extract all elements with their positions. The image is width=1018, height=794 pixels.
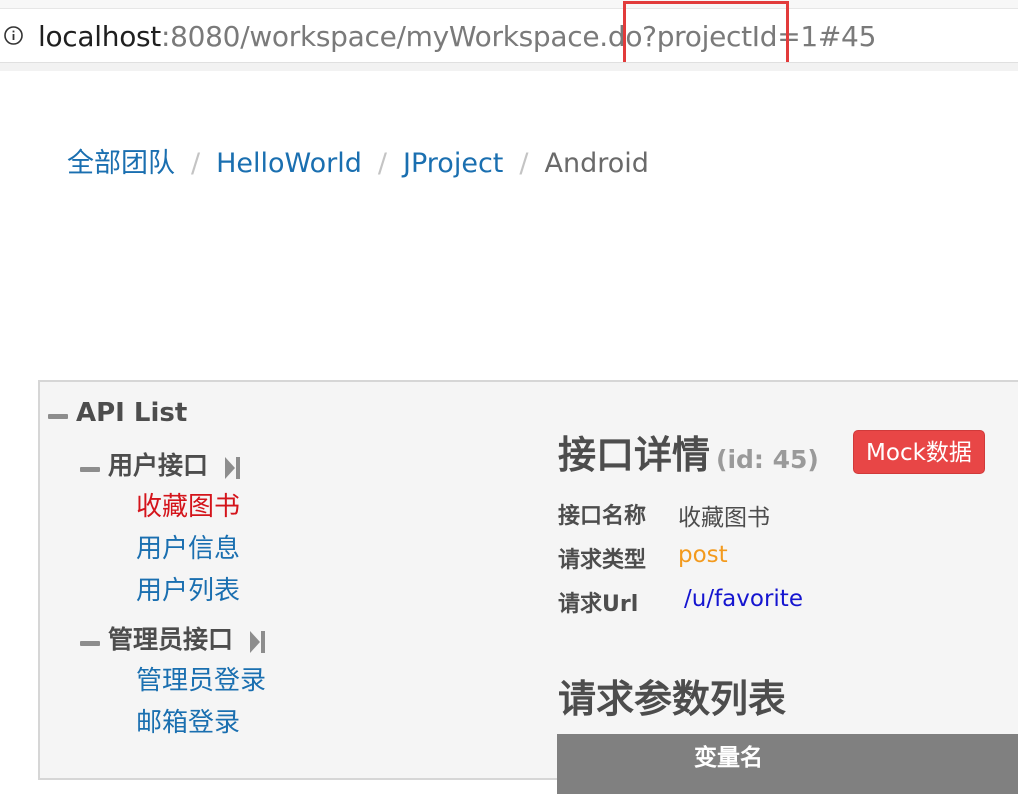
address-bar[interactable]: localhost:8080/workspace/myWorkspace.do?… bbox=[0, 0, 1018, 71]
group-label-admin-api: 管理员接口 bbox=[108, 625, 234, 654]
api-panel: API List 用户接口 收藏图书 用户信息 用户列表 管理员接口 管理员登录… bbox=[38, 380, 1018, 794]
breadcrumb-current: Android bbox=[544, 148, 649, 179]
breadcrumb-helloworld[interactable]: HelloWorld bbox=[216, 148, 362, 179]
url-host: localhost bbox=[38, 20, 161, 53]
mock-data-button[interactable]: Mock数据 bbox=[853, 430, 985, 474]
play-icon[interactable] bbox=[249, 629, 267, 659]
field-label-url: 请求Url bbox=[558, 592, 639, 617]
tree-item-email-login[interactable]: 邮箱登录 bbox=[136, 702, 240, 739]
breadcrumb: 全部团队 / HelloWorld / JProject / Android bbox=[67, 146, 649, 182]
highlight-box bbox=[623, 1, 789, 69]
column-header-variable-name: 变量名 bbox=[694, 745, 763, 771]
tree-item-admin-login[interactable]: 管理员登录 bbox=[136, 660, 266, 697]
play-icon[interactable] bbox=[224, 455, 242, 485]
collapse-icon[interactable] bbox=[80, 467, 100, 472]
toolbar-edge bbox=[0, 0, 1018, 9]
breadcrumb-separator: / bbox=[191, 148, 201, 179]
tree-item-user-list[interactable]: 用户列表 bbox=[136, 570, 240, 607]
api-list-root[interactable]: API List bbox=[48, 398, 187, 428]
breadcrumb-all-teams[interactable]: 全部团队 bbox=[67, 148, 175, 179]
breadcrumb-separator: / bbox=[519, 148, 529, 179]
api-list-label: API List bbox=[76, 398, 188, 428]
params-table-header: 变量名 bbox=[557, 734, 1018, 794]
group-label-user-api: 用户接口 bbox=[108, 451, 209, 480]
tree-item-favorite-books[interactable]: 收藏图书 bbox=[136, 486, 240, 523]
breadcrumb-separator: / bbox=[377, 148, 388, 179]
tree-group-user-api[interactable]: 用户接口 bbox=[80, 446, 242, 485]
field-value-type: post bbox=[678, 542, 728, 568]
info-icon[interactable] bbox=[4, 26, 23, 45]
tree-item-user-info[interactable]: 用户信息 bbox=[136, 528, 240, 565]
collapse-icon[interactable] bbox=[48, 414, 68, 419]
field-label-type: 请求类型 bbox=[558, 548, 647, 573]
toolbar-divider bbox=[0, 62, 1018, 71]
detail-title-text: 接口详情 bbox=[558, 433, 711, 477]
field-value-url: /u/favorite bbox=[684, 586, 803, 612]
tree-group-admin-api[interactable]: 管理员接口 bbox=[80, 620, 267, 659]
collapse-icon[interactable] bbox=[80, 641, 100, 646]
params-title: 请求参数列表 bbox=[558, 677, 787, 721]
field-value-name: 收藏图书 bbox=[678, 505, 770, 531]
field-label-name: 接口名称 bbox=[558, 504, 647, 529]
detail-title: 接口详情 (id: 45) bbox=[558, 424, 819, 479]
detail-id: (id: 45) bbox=[716, 445, 819, 474]
breadcrumb-jproject[interactable]: JProject bbox=[403, 148, 503, 179]
